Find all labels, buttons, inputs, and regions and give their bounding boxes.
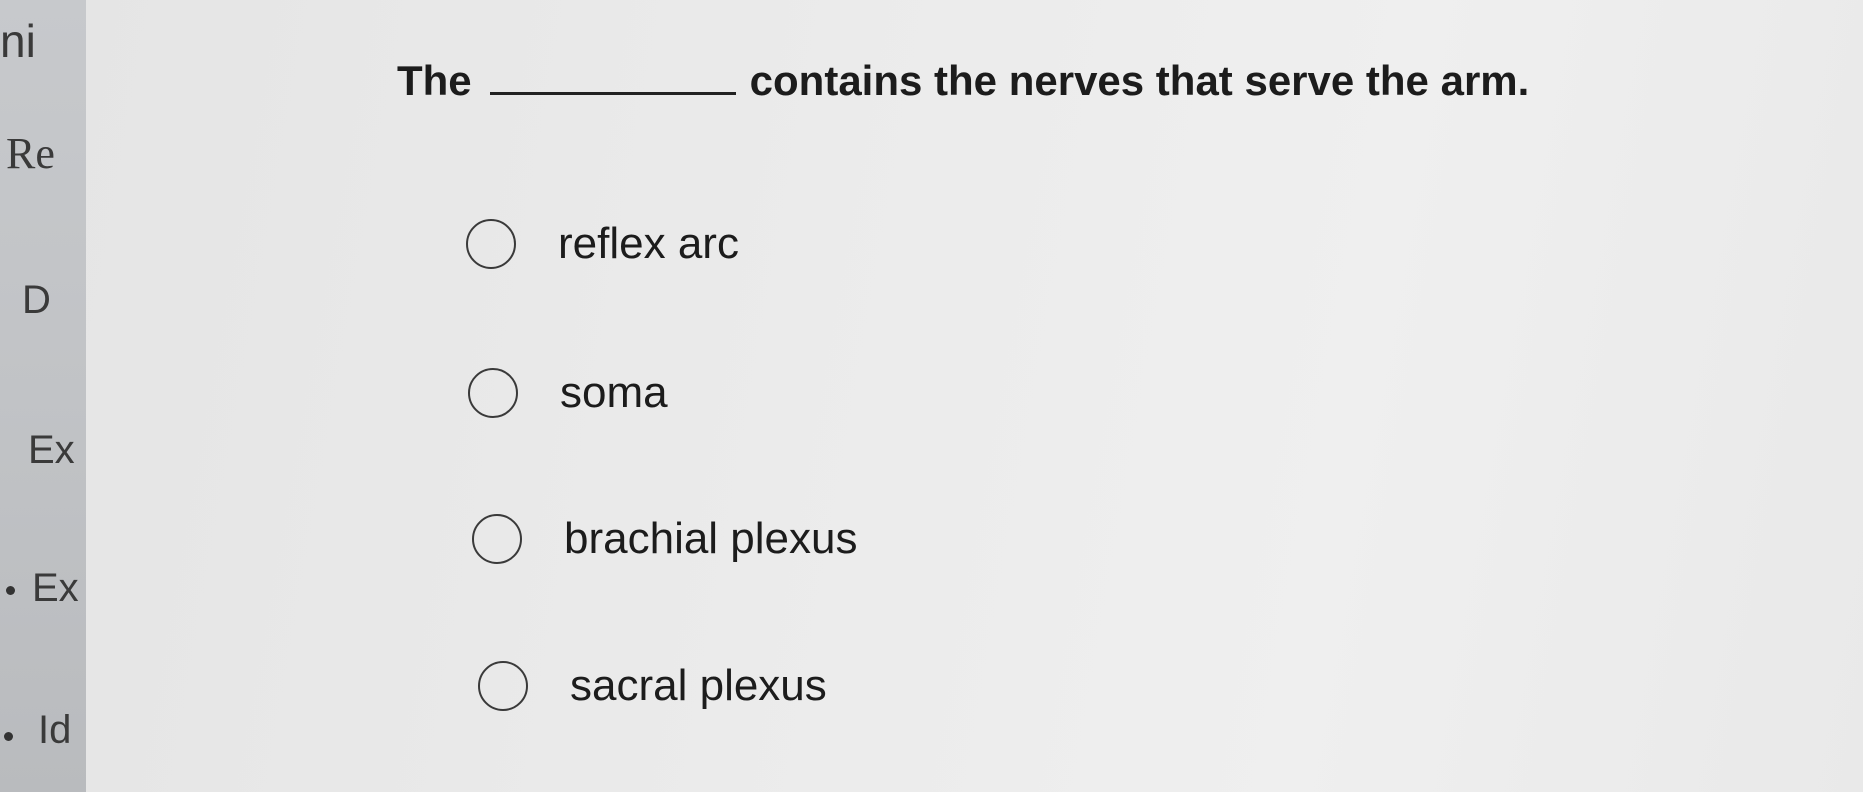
radio-button[interactable] <box>478 661 528 711</box>
question-text: The contains the nerves that serve the a… <box>397 56 1529 105</box>
sidebar-item-3[interactable]: D <box>22 278 51 323</box>
bullet-icon <box>4 732 13 741</box>
sidebar-item-1[interactable]: ni <box>0 14 36 68</box>
sidebar-item-4[interactable]: Ex <box>28 428 75 473</box>
radio-button[interactable] <box>468 368 518 418</box>
question-prefix: The <box>397 57 472 104</box>
question-panel <box>86 0 1863 792</box>
option-label: soma <box>560 368 668 417</box>
option-label: reflex arc <box>558 219 739 268</box>
option-reflex-arc[interactable]: reflex arc <box>466 219 739 269</box>
sidebar-item-5[interactable]: Ex <box>32 566 79 611</box>
sidebar-item-6[interactable]: Id <box>38 708 71 753</box>
radio-button[interactable] <box>472 514 522 564</box>
bullet-icon <box>6 586 15 595</box>
answer-blank <box>489 56 736 95</box>
option-label: sacral plexus <box>570 661 827 710</box>
sidebar-item-2[interactable]: Re <box>6 128 55 179</box>
quiz-page: ni Re D Ex Ex Id The contains the nerves… <box>0 0 1863 792</box>
question-suffix: contains the nerves that serve the arm. <box>749 57 1530 104</box>
option-soma[interactable]: soma <box>468 368 668 418</box>
option-label: brachial plexus <box>564 514 858 563</box>
option-brachial-plexus[interactable]: brachial plexus <box>472 514 858 564</box>
option-sacral-plexus[interactable]: sacral plexus <box>478 661 827 711</box>
radio-button[interactable] <box>466 219 516 269</box>
sidebar: ni Re D Ex Ex Id <box>0 0 86 792</box>
